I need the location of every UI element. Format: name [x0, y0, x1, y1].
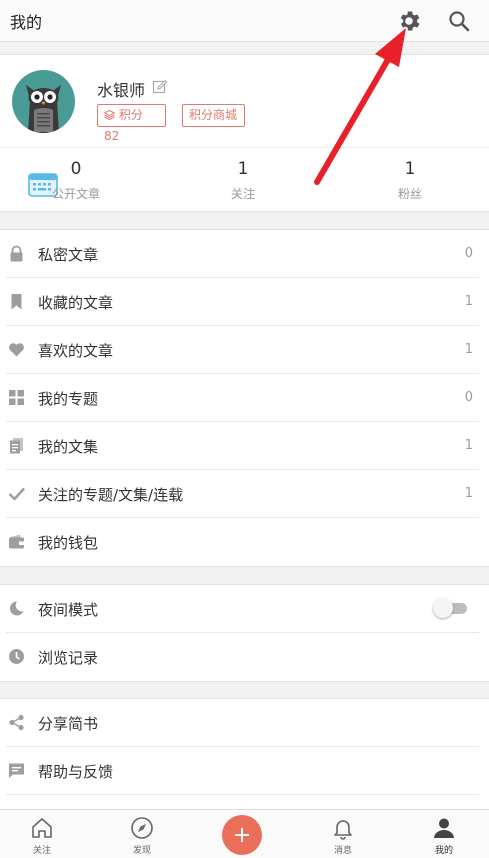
menu-item-label: 夜间模式 — [38, 601, 99, 619]
tab-discover[interactable]: 发现 — [102, 810, 182, 858]
menu-item-my-collections[interactable]: 我的专题 0 — [0, 374, 489, 422]
tab-label: 消息 — [333, 846, 352, 856]
avatar[interactable] — [12, 70, 75, 133]
menu-item-private-articles[interactable]: 私密文章 0 — [0, 230, 489, 278]
menu-item-label: 帮助与反馈 — [38, 763, 114, 781]
tab-label: 关注 — [32, 846, 51, 856]
night-mode-toggle[interactable] — [433, 598, 467, 618]
menu-item-label: 喜欢的文章 — [38, 342, 114, 360]
feedback-icon — [8, 762, 25, 779]
menu-item-browsing-history[interactable]: 浏览记录 — [0, 633, 489, 681]
menu-item-label: 我的文集 — [38, 438, 99, 456]
layers-icon — [103, 109, 116, 121]
stat-value: 1 — [404, 159, 416, 179]
tab-messages[interactable]: 消息 — [303, 810, 383, 858]
tab-following[interactable]: 关注 — [2, 810, 82, 858]
moon-icon — [8, 600, 25, 617]
menu-item-label: 关注的专题/文集/连载 — [38, 486, 184, 504]
notebook-icon — [8, 437, 25, 454]
menu-item-help-feedback[interactable]: 帮助与反馈 — [0, 747, 489, 795]
bell-icon — [331, 816, 355, 840]
bottom-tab-bar: 关注 发现 消息 我的 — [0, 809, 489, 858]
stat-value: 0 — [70, 159, 82, 179]
bookmark-icon — [8, 293, 25, 310]
stat-label: 粉丝 — [397, 187, 422, 201]
create-post-button[interactable] — [222, 815, 262, 855]
menu-item-count: 0 — [464, 390, 473, 405]
menu-item-count: 1 — [464, 438, 473, 453]
menu-item-my-notebooks[interactable]: 我的文集 1 — [0, 422, 489, 470]
menu-item-count: 0 — [464, 246, 473, 261]
menu-item-label: 分享简书 — [38, 715, 99, 733]
menu-item-wallet[interactable]: 我的钱包 — [0, 518, 489, 566]
menu-item-count: 1 — [464, 294, 473, 309]
stat-following[interactable]: 1 关注 — [183, 159, 303, 202]
user-icon — [432, 816, 456, 840]
lock-icon — [8, 245, 25, 262]
home-icon — [30, 816, 54, 840]
menu-group-articles: 私密文章 0 收藏的文章 1 喜欢的文章 1 我的专题 0 我的文集 1 关注的… — [0, 229, 489, 567]
menu-group-settings: 夜间模式 浏览记录 — [0, 584, 489, 682]
username[interactable]: 水银师 — [97, 77, 145, 101]
points-tag[interactable]: 积分 82 — [97, 104, 166, 143]
menu-item-label: 收藏的文章 — [38, 294, 114, 312]
tab-label: 发现 — [132, 846, 151, 856]
points-mall-label: 积分商城 — [189, 108, 238, 122]
menu-item-count: 1 — [464, 486, 473, 501]
profile-card[interactable]: 水银师 积分 82 积分商城 0 公开文章 1 关注 1 粉丝 — [0, 54, 489, 212]
stat-value: 1 — [237, 159, 249, 179]
compass-icon — [130, 816, 154, 840]
stat-label: 公开文章 — [51, 187, 100, 201]
search-icon[interactable] — [442, 4, 476, 38]
wallet-icon — [8, 533, 25, 550]
clock-icon — [8, 648, 25, 665]
menu-item-night-mode[interactable]: 夜间模式 — [0, 585, 489, 633]
menu-item-liked-articles[interactable]: 喜欢的文章 1 — [0, 326, 489, 374]
points-mall-tag[interactable]: 积分商城 — [182, 104, 245, 127]
stat-label: 关注 — [230, 187, 255, 201]
tab-me[interactable]: 我的 — [404, 810, 484, 858]
menu-group-misc: 分享简书 帮助与反馈 — [0, 698, 489, 809]
page-title: 我的 — [10, 13, 43, 32]
menu-item-count: 1 — [464, 342, 473, 357]
stat-followers[interactable]: 1 粉丝 — [350, 159, 470, 202]
grid-icon — [8, 389, 25, 406]
tab-label: 我的 — [434, 846, 453, 856]
gear-icon[interactable] — [392, 4, 426, 38]
menu-item-label: 浏览记录 — [38, 649, 99, 667]
menu-item-label: 我的钱包 — [38, 534, 99, 552]
menu-item-share[interactable]: 分享简书 — [0, 699, 489, 747]
divider — [0, 147, 489, 148]
edit-icon[interactable] — [152, 79, 168, 95]
menu-item-label: 私密文章 — [38, 246, 99, 264]
share-icon — [8, 714, 25, 731]
plus-icon — [235, 828, 249, 842]
check-icon — [8, 485, 25, 502]
stat-articles[interactable]: 0 公开文章 — [16, 159, 136, 202]
menu-item-followed-collections[interactable]: 关注的专题/文集/连载 1 — [0, 470, 489, 518]
top-bar: 我的 — [0, 0, 489, 42]
heart-icon — [8, 341, 25, 358]
menu-item-label: 我的专题 — [38, 390, 99, 408]
menu-item-bookmarked-articles[interactable]: 收藏的文章 1 — [0, 278, 489, 326]
